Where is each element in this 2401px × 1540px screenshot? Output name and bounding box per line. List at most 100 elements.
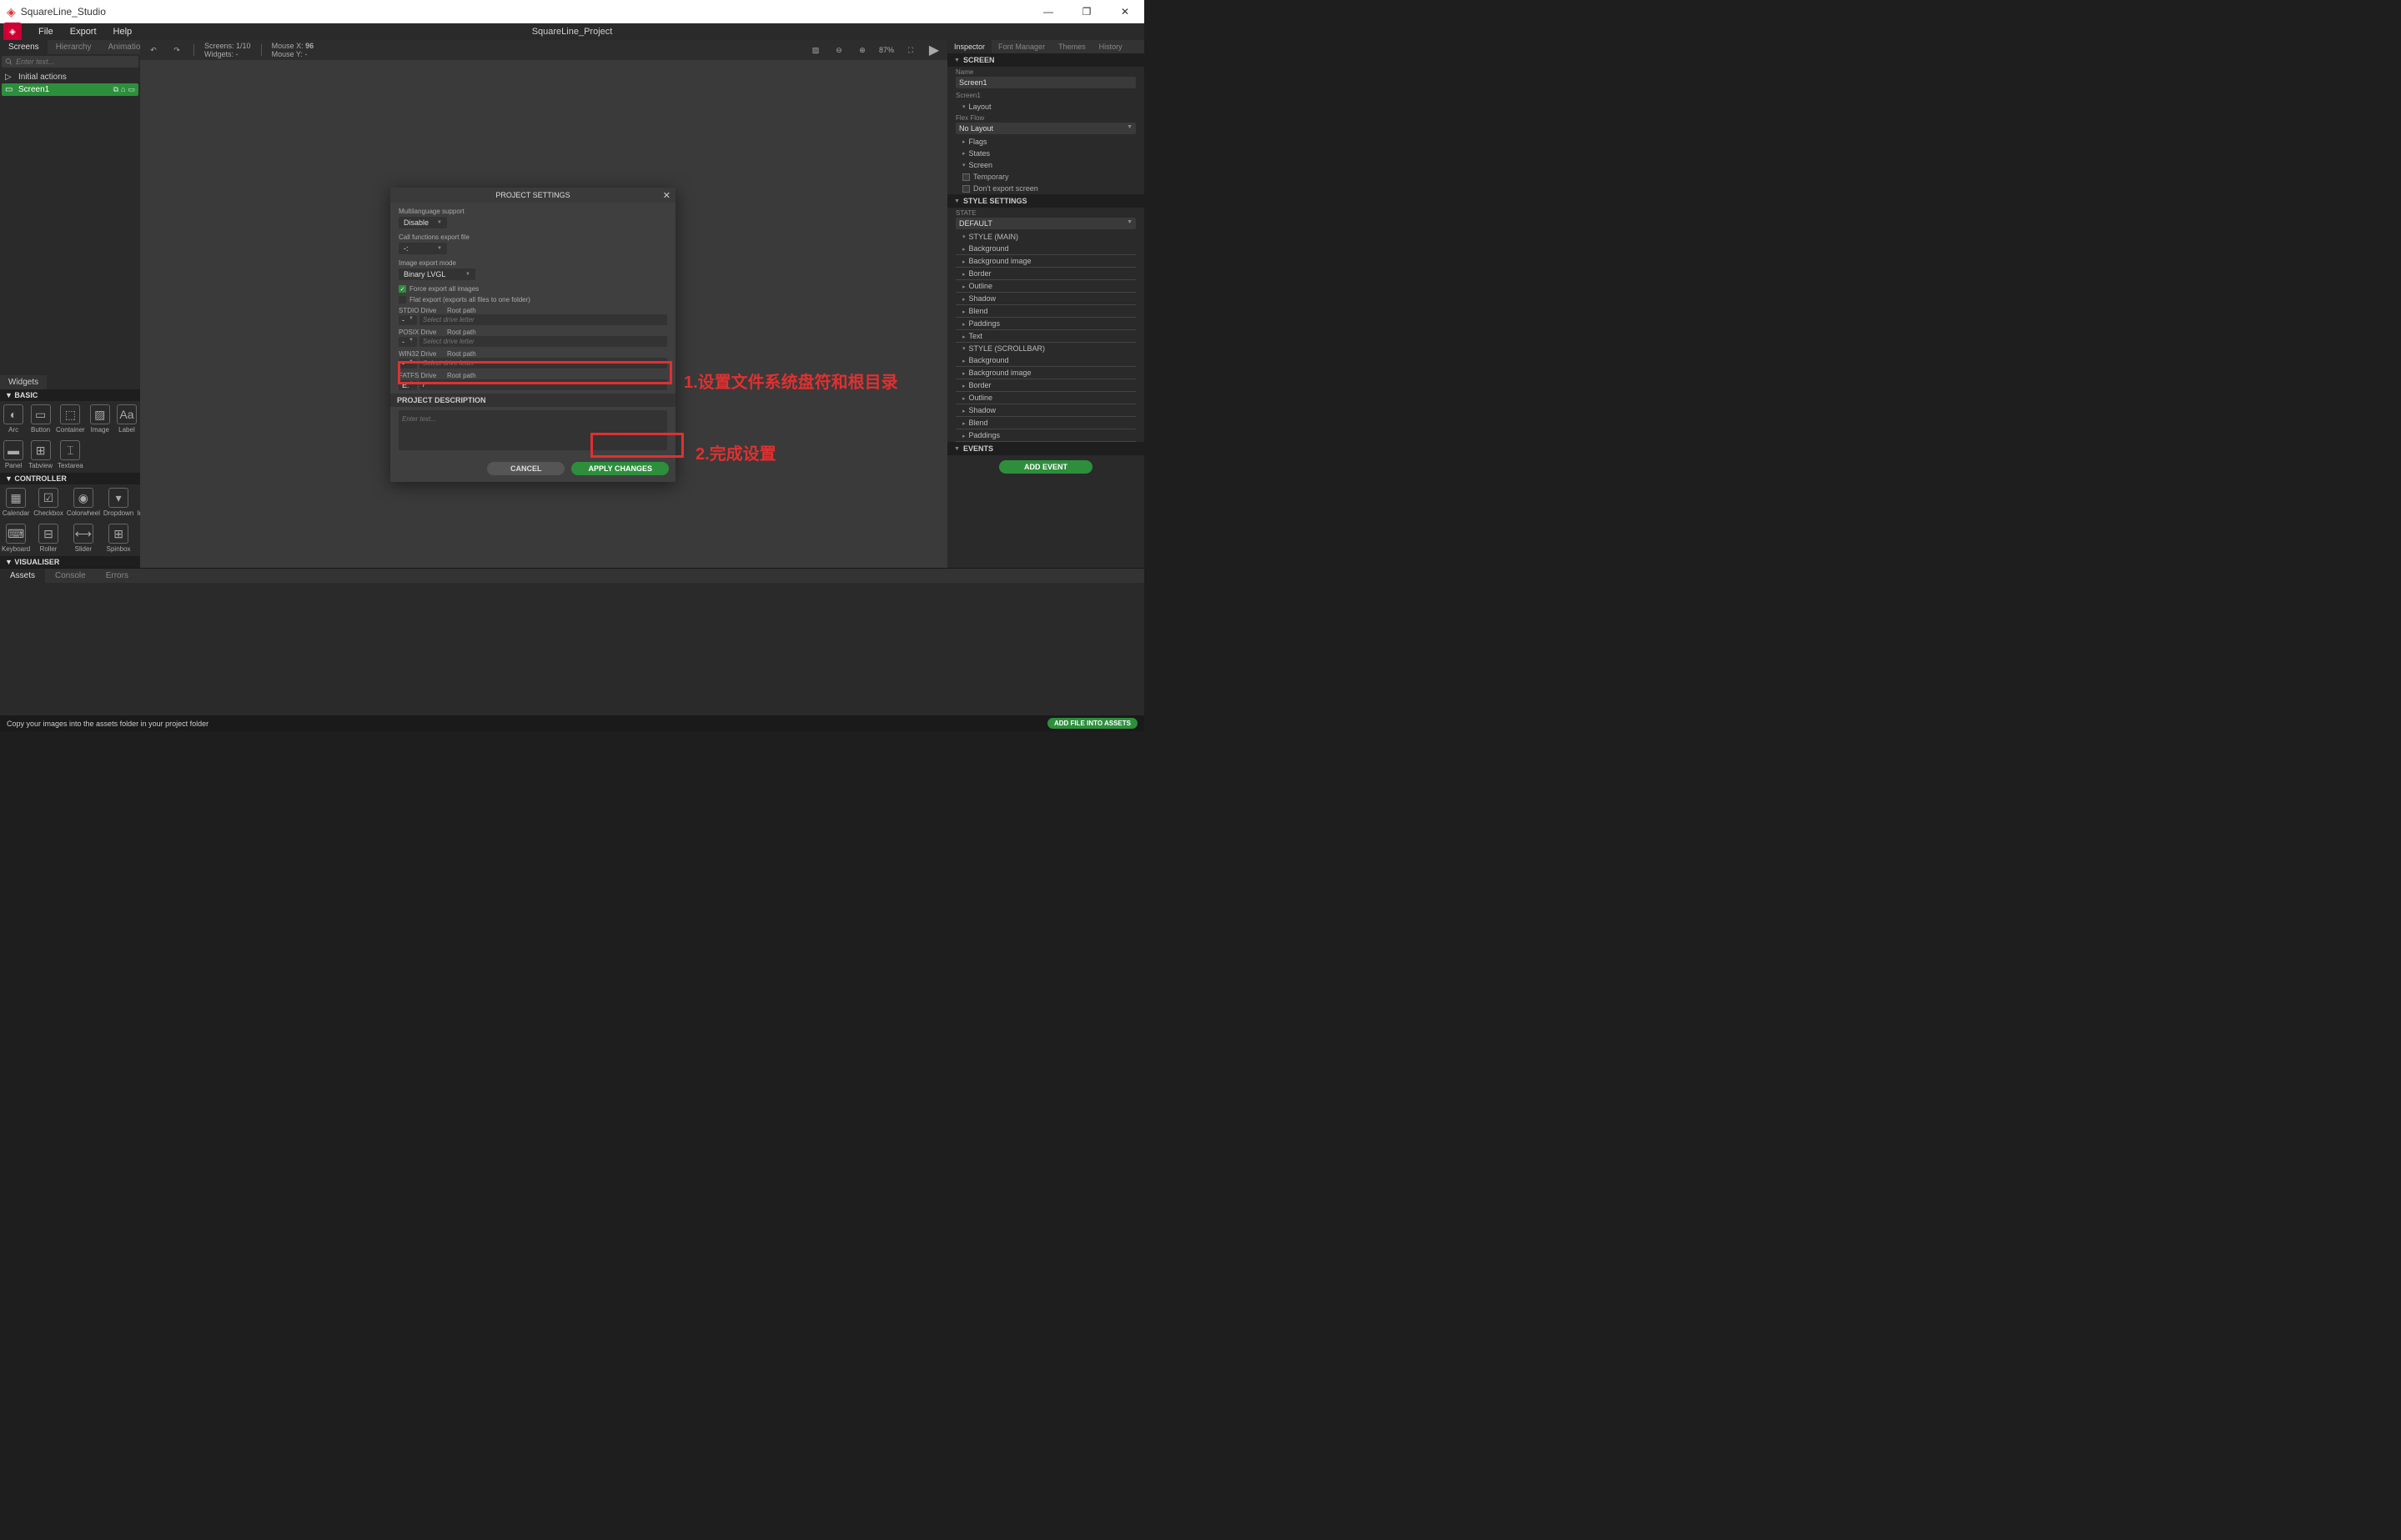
widget-label[interactable]: AaLabel (113, 401, 140, 437)
temporary-checkbox[interactable]: Temporary (947, 171, 1144, 183)
name-input[interactable] (956, 77, 1136, 88)
tree-initial-actions[interactable]: ▷ Initial actions (2, 71, 138, 83)
section-events[interactable]: EVENTS (947, 442, 1144, 455)
root-path-input[interactable] (419, 336, 667, 347)
widget-spinbox[interactable]: ⊞Spinbox (102, 520, 135, 556)
force-export-checkbox[interactable]: Force export all images (399, 285, 667, 293)
layout-section[interactable]: Layout (947, 101, 1144, 113)
play-icon: ▷ (5, 73, 15, 82)
section-style-settings[interactable]: STYLE SETTINGS (947, 194, 1144, 208)
style-item[interactable]: Shadow (956, 293, 1136, 305)
project-desc-box (399, 410, 667, 450)
style-item[interactable]: Background (956, 354, 1136, 367)
project-desc-input[interactable] (402, 415, 664, 423)
drive-letter-select[interactable]: - (399, 315, 417, 325)
add-event-button[interactable]: ADD EVENT (999, 460, 1093, 474)
style-main-section[interactable]: STYLE (MAIN) (947, 231, 1144, 243)
widget-calendar[interactable]: ▦Calendar (0, 484, 32, 520)
style-item[interactable]: Background image (956, 367, 1136, 379)
style-item[interactable]: Blend (956, 417, 1136, 429)
multilang-select[interactable]: Disable (399, 217, 447, 228)
screen-section[interactable]: Screen (947, 159, 1144, 171)
widget-roller[interactable]: ⊟Roller (32, 520, 65, 556)
tab-assets[interactable]: Assets (0, 569, 45, 583)
tab-hierarchy[interactable]: Hierarchy (48, 40, 100, 54)
widget-textarea[interactable]: ⌶Textarea (54, 437, 87, 473)
style-item[interactable]: Border (956, 379, 1136, 392)
tab-console[interactable]: Console (45, 569, 96, 583)
tab-themes[interactable]: Themes (1052, 40, 1093, 53)
image-icon[interactable]: ▨ (809, 43, 822, 57)
root-path-input[interactable] (419, 379, 667, 390)
redo-button[interactable]: ↷ (170, 43, 183, 57)
menu-export[interactable]: Export (62, 27, 105, 37)
style-item[interactable]: Paddings (956, 318, 1136, 330)
drive-letter-select[interactable]: - (399, 359, 417, 369)
callfunc-select[interactable]: -: (399, 243, 447, 254)
maximize-button[interactable]: ❐ (1067, 0, 1106, 23)
search-input[interactable] (16, 58, 135, 66)
widget-slider[interactable]: ⟷Slider (65, 520, 102, 556)
copy-icon[interactable]: ⧉ (113, 85, 118, 94)
tab-errors[interactable]: Errors (96, 569, 138, 583)
zoom-in-button[interactable]: ⊕ (856, 43, 869, 57)
style-item[interactable]: Border (956, 268, 1136, 280)
widget-checkbox[interactable]: ☑Checkbox (32, 484, 65, 520)
expand-icon[interactable]: ▭ (128, 85, 135, 94)
root-path-label: Root path (447, 350, 476, 358)
widget-button[interactable]: ▭Button (27, 401, 54, 437)
widget-dropdown[interactable]: ▾Dropdown (102, 484, 135, 520)
tab-history[interactable]: History (1093, 40, 1129, 53)
drive-letter-select[interactable]: - (399, 337, 417, 347)
zoom-out-button[interactable]: ⊖ (832, 43, 846, 57)
style-scrollbar-section[interactable]: STYLE (SCROLLBAR) (947, 343, 1144, 354)
widget-container[interactable]: ⬚Container (54, 401, 87, 437)
screens-stat: Screens: 1/10Widgets: - (204, 42, 251, 58)
dialog-close-button[interactable]: ✕ (663, 190, 671, 201)
add-file-button[interactable]: ADD FILE INTO ASSETS (1047, 718, 1138, 729)
flat-export-checkbox[interactable]: Flat export (exports all files to one fo… (399, 296, 667, 303)
cancel-button[interactable]: CANCEL (487, 462, 565, 475)
dont-export-checkbox[interactable]: Don't export screen (947, 183, 1144, 194)
states-section[interactable]: States (947, 148, 1144, 159)
style-item[interactable]: Text (956, 330, 1136, 343)
drive-label: WIN32 Drive (399, 350, 442, 358)
fullscreen-button[interactable]: ⛶ (904, 43, 917, 57)
menu-file[interactable]: File (30, 27, 62, 37)
close-button[interactable]: ✕ (1106, 0, 1144, 23)
flex-flow-select[interactable]: No Layout (956, 123, 1136, 134)
style-item[interactable]: Paddings (956, 429, 1136, 442)
menu-help[interactable]: Help (105, 27, 141, 37)
flags-section[interactable]: Flags (947, 136, 1144, 148)
tab-screens[interactable]: Screens (0, 40, 48, 54)
section-screen[interactable]: SCREEN (947, 53, 1144, 67)
imgmode-select[interactable]: Binary LVGL (399, 268, 475, 280)
tab-widgets[interactable]: Widgets (0, 375, 47, 389)
style-item[interactable]: Background image (956, 255, 1136, 268)
tab-inspector[interactable]: Inspector (947, 40, 992, 53)
zoom-level[interactable]: 87% (879, 46, 894, 54)
tab-font-manager[interactable]: Font Manager (992, 40, 1052, 53)
play-button[interactable]: ▶ (927, 43, 941, 57)
undo-button[interactable]: ↶ (147, 43, 160, 57)
widget-image[interactable]: ▨Image (87, 401, 113, 437)
style-item[interactable]: Outline (956, 392, 1136, 404)
widget-arc[interactable]: ◐Arc (0, 401, 27, 437)
apply-changes-button[interactable]: APPLY CHANGES (571, 462, 669, 475)
home-icon[interactable]: ⌂ (121, 85, 125, 94)
style-item[interactable]: Shadow (956, 404, 1136, 417)
minimize-button[interactable]: — (1029, 0, 1067, 23)
widget-panel[interactable]: ▬Panel (0, 437, 27, 473)
style-item[interactable]: Outline (956, 280, 1136, 293)
root-path-input[interactable] (419, 358, 667, 369)
widget-colorwheel[interactable]: ◉Colorwheel (65, 484, 102, 520)
tree-screen1[interactable]: ▭ Screen1 ⧉ ⌂ ▭ (2, 83, 138, 96)
state-select[interactable]: DEFAULT (956, 218, 1136, 229)
widget-keyboard[interactable]: ⌨Keyboard (0, 520, 32, 556)
widget-tabview[interactable]: ⊞Tabview (27, 437, 54, 473)
screens-tree: ▷ Initial actions ▭ Screen1 ⧉ ⌂ ▭ (0, 69, 140, 98)
drive-letter-select[interactable]: E: (399, 380, 417, 390)
style-item[interactable]: Blend (956, 305, 1136, 318)
root-path-input[interactable] (419, 314, 667, 325)
style-item[interactable]: Background (956, 243, 1136, 255)
